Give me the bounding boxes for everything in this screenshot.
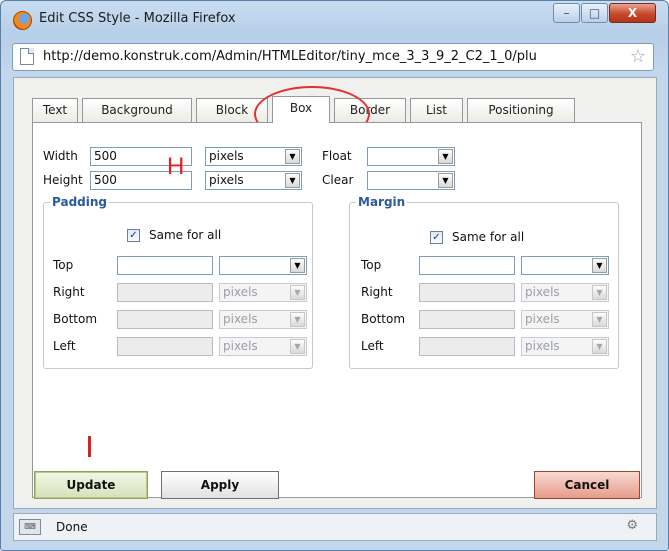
chevron-down-icon: ▼ <box>290 258 305 273</box>
margin-left-unit-value: pixels <box>525 339 560 353</box>
chevron-down-icon: ▼ <box>290 285 305 300</box>
firefox-icon <box>13 11 32 30</box>
padding-left-unit-select[interactable]: pixels ▼ <box>219 337 307 356</box>
chevron-down-icon: ▼ <box>285 149 300 164</box>
window-title: Edit CSS Style - Mozilla Firefox <box>39 11 236 26</box>
security-icon: ⚙ <box>626 518 638 533</box>
box-panel: Width 500 pixels ▼ Float ▼ Height 500 pix… <box>32 122 642 498</box>
padding-same-label: Same for all <box>149 228 222 242</box>
firefox-window: Edit CSS Style - Mozilla Firefox – □ X h… <box>0 0 669 551</box>
annotation-i-mark <box>88 436 91 457</box>
tab-text[interactable]: Text <box>32 98 78 122</box>
status-text: Done <box>56 520 88 534</box>
padding-top-input[interactable] <box>117 256 213 275</box>
margin-left-unit-select[interactable]: pixels ▼ <box>521 337 609 356</box>
margin-top-unit-select[interactable]: ▼ <box>521 256 609 275</box>
page-icon <box>20 48 34 65</box>
close-button[interactable]: X <box>609 3 656 23</box>
width-unit-value: pixels <box>209 149 244 163</box>
clear-select[interactable]: ▼ <box>367 171 455 190</box>
tab-box[interactable]: Box <box>272 96 330 123</box>
padding-legend: Padding <box>52 195 107 209</box>
width-unit-select[interactable]: pixels ▼ <box>205 147 302 166</box>
cancel-button[interactable]: Cancel <box>534 471 640 499</box>
height-unit-select[interactable]: pixels ▼ <box>205 171 302 190</box>
title-bar[interactable]: Edit CSS Style - Mozilla Firefox – □ X <box>1 1 668 35</box>
keyboard-icon: ⌨ <box>19 519 41 535</box>
padding-right-input[interactable] <box>117 283 213 302</box>
margin-right-input[interactable] <box>419 283 515 302</box>
padding-bottom-input[interactable] <box>117 310 213 329</box>
status-bar: ⌨ Done ⚙ <box>13 513 657 541</box>
address-bar[interactable]: http://demo.konstruk.com/Admin/HTMLEdito… <box>12 43 654 71</box>
float-select[interactable]: ▼ <box>367 147 455 166</box>
margin-legend: Margin <box>358 195 406 209</box>
margin-same-checkbox[interactable]: ✓ <box>430 231 443 244</box>
margin-bottom-label: Bottom <box>361 312 406 326</box>
padding-bottom-unit-value: pixels <box>223 312 258 326</box>
margin-bottom-unit-value: pixels <box>525 312 560 326</box>
dialog-content: Text Background Block Box Border List Po… <box>13 77 657 509</box>
margin-right-label: Right <box>361 285 393 299</box>
annotation-h-mark: H <box>167 153 185 180</box>
margin-bottom-unit-select[interactable]: pixels ▼ <box>521 310 609 329</box>
padding-left-label: Left <box>53 339 76 353</box>
maximize-button[interactable]: □ <box>581 3 608 23</box>
height-label: Height <box>43 173 83 187</box>
apply-button[interactable]: Apply <box>161 471 279 499</box>
padding-left-unit-value: pixels <box>223 339 258 353</box>
padding-right-unit-value: pixels <box>223 285 258 299</box>
clear-label: Clear <box>322 173 354 187</box>
height-unit-value: pixels <box>209 173 244 187</box>
margin-top-input[interactable] <box>419 256 515 275</box>
padding-right-label: Right <box>53 285 85 299</box>
chevron-down-icon: ▼ <box>285 173 300 188</box>
update-button[interactable]: Update <box>34 471 148 499</box>
padding-bottom-label: Bottom <box>53 312 98 326</box>
chevron-down-icon: ▼ <box>592 258 607 273</box>
tab-positioning[interactable]: Positioning <box>467 98 575 122</box>
tab-background[interactable]: Background <box>82 98 192 122</box>
minimize-button[interactable]: – <box>553 3 580 23</box>
url-text[interactable]: http://demo.konstruk.com/Admin/HTMLEdito… <box>43 49 623 64</box>
margin-left-label: Left <box>361 339 384 353</box>
chevron-down-icon: ▼ <box>592 285 607 300</box>
width-label: Width <box>43 149 78 163</box>
tab-list[interactable]: List <box>410 98 463 122</box>
margin-same-label: Same for all <box>452 230 525 244</box>
margin-bottom-input[interactable] <box>419 310 515 329</box>
chevron-down-icon: ▼ <box>592 312 607 327</box>
chevron-down-icon: ▼ <box>438 149 453 164</box>
padding-same-checkbox[interactable]: ✓ <box>127 229 140 242</box>
margin-right-unit-value: pixels <box>525 285 560 299</box>
padding-top-label: Top <box>53 258 74 272</box>
padding-left-input[interactable] <box>117 337 213 356</box>
padding-bottom-unit-select[interactable]: pixels ▼ <box>219 310 307 329</box>
padding-right-unit-select[interactable]: pixels ▼ <box>219 283 307 302</box>
margin-left-input[interactable] <box>419 337 515 356</box>
margin-top-label: Top <box>361 258 382 272</box>
padding-top-unit-select[interactable]: ▼ <box>219 256 307 275</box>
bookmark-star-icon[interactable]: ☆ <box>630 46 646 67</box>
chevron-down-icon: ▼ <box>592 339 607 354</box>
chevron-down-icon: ▼ <box>290 339 305 354</box>
margin-right-unit-select[interactable]: pixels ▼ <box>521 283 609 302</box>
float-label: Float <box>322 149 352 163</box>
chevron-down-icon: ▼ <box>438 173 453 188</box>
chevron-down-icon: ▼ <box>290 312 305 327</box>
